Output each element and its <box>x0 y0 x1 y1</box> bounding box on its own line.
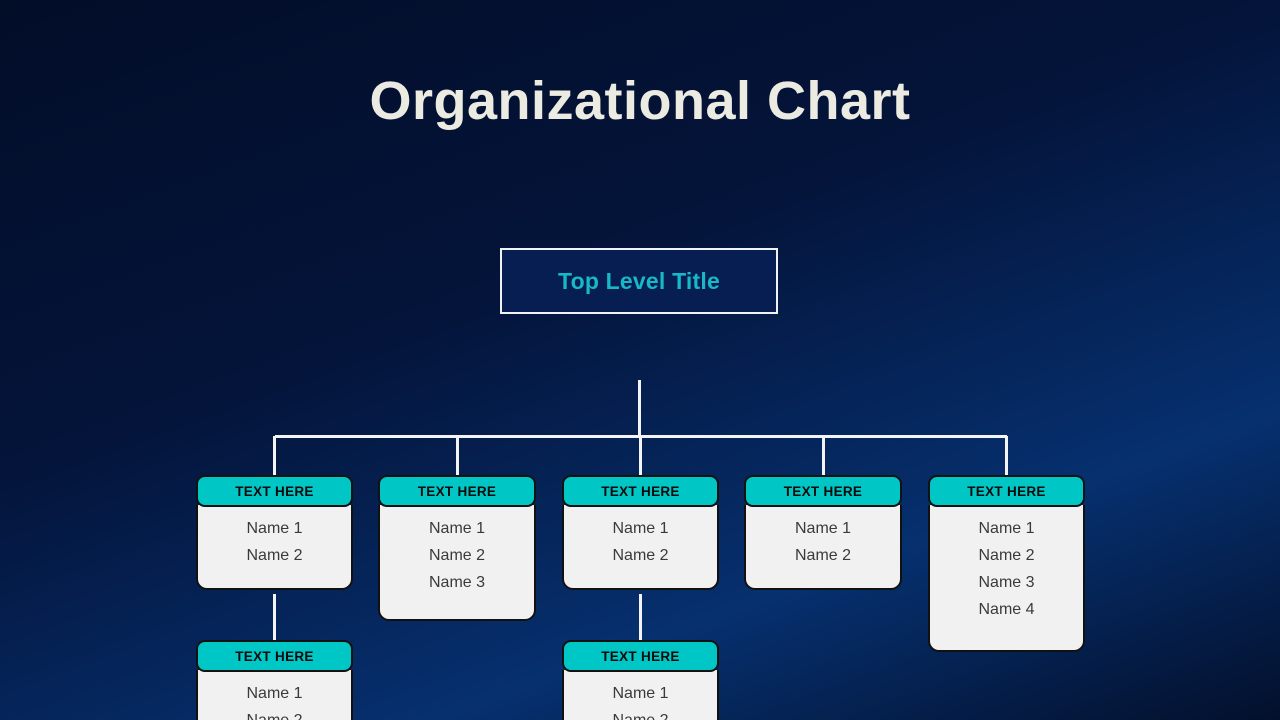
org-node-header-n2[interactable]: TEXT HERE <box>378 475 536 508</box>
org-node-n2[interactable]: TEXT HERE Name 1 Name 2 Name 3 <box>378 475 536 622</box>
org-node-name: Name 2 <box>246 547 303 565</box>
org-node-n3[interactable]: TEXT HERE Name 1 Name 2 <box>562 475 719 591</box>
org-node-header-n3c[interactable]: TEXT HERE <box>562 640 719 673</box>
org-node-n5[interactable]: TEXT HERE Name 1 Name 2 Name 3 Name 4 <box>928 475 1085 653</box>
org-node-body-n2: Name 1 Name 2 Name 3 <box>378 505 536 622</box>
top-level-node[interactable]: Top Level Title <box>500 248 778 315</box>
top-level-label: Top Level Title <box>558 267 720 294</box>
org-node-name: Name 2 <box>612 547 669 565</box>
org-node-name: Name 2 <box>794 547 852 565</box>
org-node-name: Name 1 <box>246 685 303 703</box>
org-node-header-label: TEXT HERE <box>783 483 863 499</box>
org-node-n1[interactable]: TEXT HERE Name 1 Name 2 <box>196 475 353 591</box>
org-node-name: Name 1 <box>978 520 1035 538</box>
org-node-name: Name 2 <box>612 708 668 720</box>
org-node-header-label: TEXT HERE <box>235 483 314 499</box>
org-node-name: Name 4 <box>978 601 1035 619</box>
org-node-name: Name 3 <box>978 574 1035 592</box>
org-node-header-label: TEXT HERE <box>601 483 680 499</box>
connector-root-stem <box>637 380 641 437</box>
org-node-body-n1: Name 1 Name 2 <box>196 505 353 591</box>
connector-drop-n3 <box>639 436 642 476</box>
org-node-header-label: TEXT HERE <box>601 648 680 664</box>
org-node-name: Name 2 <box>428 547 486 565</box>
org-node-header-label: TEXT HERE <box>417 483 497 499</box>
org-node-header-n3[interactable]: TEXT HERE <box>562 475 719 508</box>
connector-child-n3 <box>639 594 642 641</box>
org-node-body-n3: Name 1 Name 2 <box>562 505 719 591</box>
org-node-header-label: TEXT HERE <box>235 648 314 664</box>
org-node-name: Name 2 <box>978 547 1035 565</box>
connector-drop-n1 <box>273 436 276 476</box>
org-node-n4[interactable]: TEXT HERE Name 1 Name 2 <box>744 475 902 591</box>
org-node-body-n1c: Name 1 Name 2 <box>196 670 353 720</box>
slide-canvas: Organizational Chart Top Level Title TEX… <box>0 0 1280 720</box>
org-node-name: Name 1 <box>612 685 669 703</box>
org-node-header-n1[interactable]: TEXT HERE <box>196 475 353 508</box>
org-node-body-n5: Name 1 Name 2 Name 3 Name 4 <box>928 505 1085 653</box>
org-node-n3c[interactable]: TEXT HERE Name 1 Name 2 <box>562 640 719 720</box>
org-node-name: Name 1 <box>612 520 669 538</box>
connector-drop-n2 <box>455 436 459 476</box>
org-node-body-n4: Name 1 Name 2 <box>744 505 902 591</box>
page-title: Organizational Chart <box>369 71 911 131</box>
org-node-header-n5[interactable]: TEXT HERE <box>928 475 1085 508</box>
org-node-header-n4[interactable]: TEXT HERE <box>744 475 902 508</box>
org-node-header-label: TEXT HERE <box>967 483 1046 499</box>
org-node-body-n3c: Name 1 Name 2 <box>562 670 719 720</box>
org-node-header-n1c[interactable]: TEXT HERE <box>196 640 353 673</box>
connector-drop-n4 <box>821 436 825 476</box>
connector-drop-n5 <box>1005 436 1008 476</box>
org-node-name: Name 3 <box>428 574 486 592</box>
org-node-name: Name 2 <box>246 708 302 720</box>
org-node-name: Name 1 <box>246 520 303 538</box>
org-node-name: Name 1 <box>794 520 852 538</box>
org-node-name: Name 1 <box>428 520 486 538</box>
connector-child-n1 <box>273 594 276 641</box>
org-node-n1c[interactable]: TEXT HERE Name 1 Name 2 <box>196 640 353 720</box>
